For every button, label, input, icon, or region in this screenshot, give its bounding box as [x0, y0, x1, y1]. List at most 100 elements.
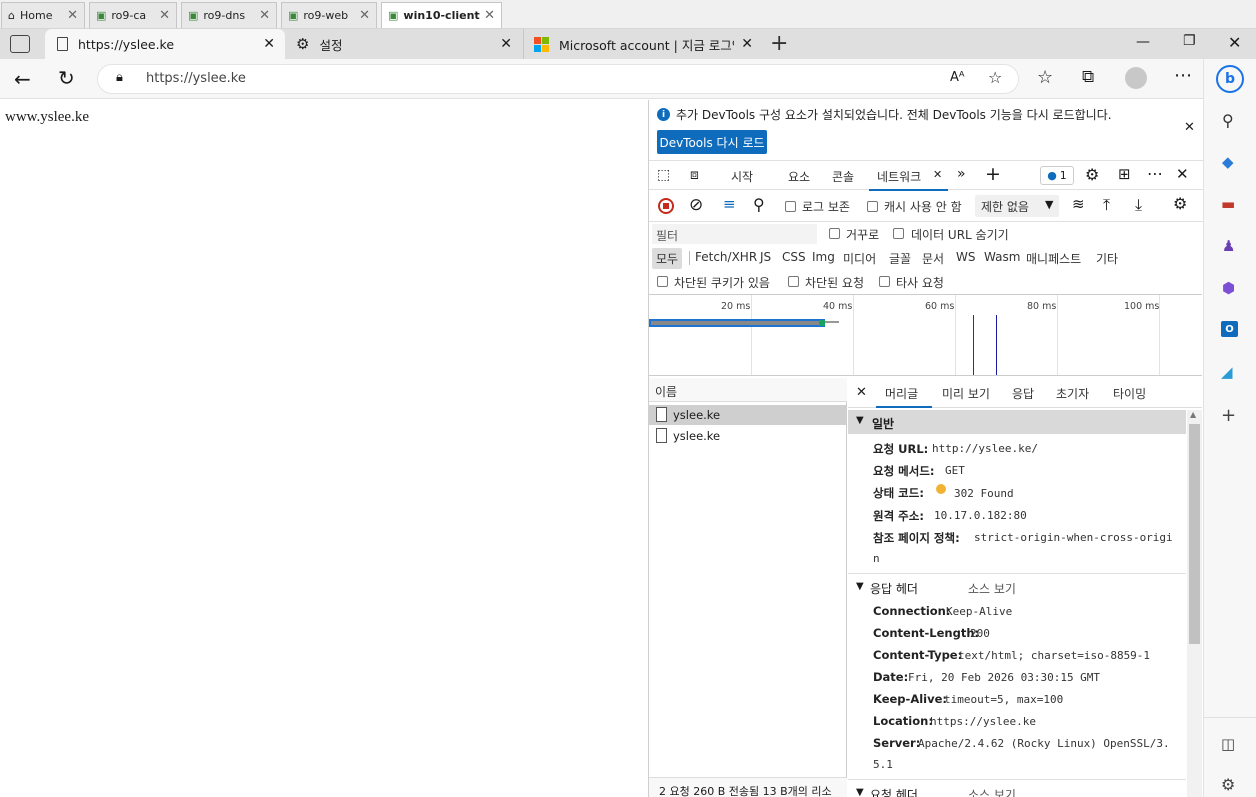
close-devtools-icon[interactable]: ✕ [1176, 165, 1189, 183]
tools-briefcase-icon[interactable]: ▬ [1221, 195, 1235, 213]
general-section-header[interactable]: ▼ 일반 [848, 410, 1186, 434]
request-headers-section-header[interactable]: ▼ 요청 헤더 소스 보기 [848, 782, 1186, 797]
issues-badge[interactable]: ● 1 [1040, 166, 1074, 185]
request-row[interactable]: yslee.ke [649, 405, 847, 425]
response-headers-section-header[interactable]: ▼ 응답 헤더 소스 보기 [848, 576, 1186, 598]
type-filter-css[interactable]: CSS [782, 250, 806, 264]
type-filter-js[interactable]: JS [760, 250, 771, 264]
type-filter-all[interactable]: 모두 [652, 248, 683, 269]
browser-tab-settings[interactable]: ⚙ 설정 ✕ [286, 29, 522, 59]
send-icon[interactable]: ◢ [1221, 363, 1233, 381]
microsoft-365-icon[interactable]: ⬢ [1222, 279, 1235, 297]
network-conditions-icon[interactable]: ≋ [1072, 195, 1085, 213]
restore-icon[interactable]: ❐ [1183, 33, 1196, 49]
import-har-icon[interactable]: ⤒ [1103, 195, 1110, 215]
scroll-up-icon[interactable]: ▲ [1190, 410, 1196, 419]
scrollbar-thumb[interactable] [1189, 424, 1200, 644]
hide-data-urls-checkbox[interactable] [893, 228, 904, 239]
clear-icon[interactable]: ⊘ [689, 195, 703, 215]
shopping-tag-icon[interactable]: ◆ [1222, 153, 1234, 171]
outlook-icon[interactable]: O [1221, 321, 1238, 337]
address-bar[interactable]: 🔒︎ https://yslee.ke Aᴬ ☆ [97, 64, 1019, 94]
favorites-icon[interactable]: ☆ [1037, 67, 1053, 88]
close-icon[interactable]: ✕ [933, 168, 942, 181]
view-source-link[interactable]: 소스 보기 [968, 580, 1016, 597]
timeline-overview[interactable]: 20 ms 40 ms 60 ms 80 ms 100 ms [649, 294, 1202, 376]
close-icon[interactable]: ✕ [67, 8, 78, 23]
back-icon[interactable]: ← [14, 67, 31, 91]
search-icon[interactable]: ⚲ [753, 195, 765, 214]
close-icon[interactable]: ✕ [359, 8, 370, 23]
refresh-icon[interactable]: ↻ [58, 66, 75, 90]
view-source-link[interactable]: 소스 보기 [968, 786, 1016, 797]
close-icon[interactable]: ✕ [856, 385, 867, 400]
more-options-icon[interactable]: ⋯ [1147, 164, 1163, 183]
third-party-checkbox[interactable] [879, 276, 890, 287]
request-row[interactable]: yslee.ke [649, 426, 847, 446]
type-filter-other[interactable]: 기타 [1096, 250, 1118, 267]
close-icon[interactable]: ✕ [263, 36, 275, 52]
export-har-icon[interactable]: ⤓ [1135, 195, 1142, 215]
blocked-requests-checkbox[interactable] [788, 276, 799, 287]
browser-tab-microsoft[interactable]: Microsoft account | 지금 로그인 ✕ [523, 29, 763, 59]
detail-scrollbar[interactable]: ▲ [1187, 410, 1202, 797]
close-icon[interactable]: ✕ [484, 8, 495, 23]
reload-devtools-button[interactable]: DevTools 다시 로드 [657, 130, 767, 154]
dock-icon[interactable]: ⊞ [1118, 165, 1131, 183]
profile-avatar[interactable] [1125, 67, 1147, 89]
preserve-log-checkbox[interactable] [785, 201, 796, 212]
hide-sidebar-icon[interactable]: ◫ [1221, 735, 1235, 753]
detail-tab-headers[interactable]: 머리글 [876, 378, 932, 408]
new-tab-icon[interactable]: + [770, 31, 788, 56]
blocked-cookies-checkbox[interactable] [657, 276, 668, 287]
tab-actions-icon[interactable] [10, 35, 30, 53]
add-favorite-icon[interactable]: ☆ [988, 68, 1002, 87]
sidebar-settings-icon[interactable]: ⚙ [1221, 775, 1235, 794]
device-emulation-icon[interactable]: ⧈ [690, 167, 699, 183]
inspect-element-icon[interactable]: ⬚ [657, 167, 670, 183]
settings-gear-icon[interactable]: ⚙ [1085, 165, 1099, 184]
type-filter-manifest[interactable]: 매니페스트 [1026, 250, 1081, 267]
detail-tab-response[interactable]: 응답 [1012, 385, 1034, 402]
bing-copilot-icon[interactable]: b [1216, 65, 1244, 93]
close-window-icon[interactable]: ✕ [1228, 33, 1241, 52]
record-stop-icon[interactable] [658, 198, 674, 214]
close-icon[interactable]: ✕ [500, 36, 512, 52]
vm-tab-ro9-ca[interactable]: ▣ ro9-ca ✕ [89, 2, 177, 28]
type-filter-fetch[interactable]: Fetch/XHR [695, 250, 757, 264]
close-info-icon[interactable]: ✕ [1184, 120, 1195, 135]
more-options-icon[interactable]: ⋯ [1174, 65, 1192, 86]
vm-tab-home[interactable]: ⌂ Home ✕ [1, 2, 85, 28]
type-filter-ws[interactable]: WS [956, 250, 975, 264]
type-filter-img[interactable]: Img [812, 250, 835, 264]
type-filter-doc[interactable]: 문서 [922, 250, 944, 267]
filter-icon[interactable]: ≡ [723, 195, 736, 213]
minimize-icon[interactable]: — [1136, 34, 1150, 50]
detail-tab-timing[interactable]: 타이밍 [1113, 385, 1146, 402]
type-filter-wasm[interactable]: Wasm [984, 250, 1020, 264]
tab-network[interactable]: 네트워크 ✕ [869, 161, 948, 191]
browser-tab-yslee[interactable]: https://yslee.ke ✕ [45, 29, 285, 59]
filter-input[interactable]: 필터 [652, 224, 817, 244]
add-sidebar-app-icon[interactable]: + [1221, 405, 1236, 426]
add-tab-icon[interactable]: + [985, 163, 1001, 185]
network-settings-icon[interactable]: ⚙ [1173, 194, 1187, 213]
disable-cache-checkbox[interactable] [867, 201, 878, 212]
type-filter-media[interactable]: 미디어 [843, 250, 876, 267]
type-filter-font[interactable]: 글꼴 [889, 250, 911, 267]
more-tabs-icon[interactable]: » [957, 166, 966, 182]
vm-tab-ro9-web[interactable]: ▣ ro9-web ✕ [281, 2, 377, 28]
tab-elements[interactable]: 요소 [788, 168, 810, 185]
tab-console[interactable]: 콘솔 [832, 168, 854, 185]
detail-tab-preview[interactable]: 미리 보기 [942, 385, 990, 402]
games-icon[interactable]: ♟ [1222, 237, 1235, 255]
vm-tab-win10-client[interactable]: ▣ win10-client ✕ [381, 2, 502, 28]
read-aloud-icon[interactable]: Aᴬ [950, 70, 965, 85]
vm-tab-ro9-dns[interactable]: ▣ ro9-dns ✕ [181, 2, 277, 28]
close-icon[interactable]: ✕ [159, 8, 170, 23]
detail-tab-initiator[interactable]: 초기자 [1056, 385, 1089, 402]
tab-welcome[interactable]: 시작 [731, 168, 753, 185]
throttle-select[interactable]: 제한 없음 ▼ [975, 195, 1059, 217]
search-icon[interactable]: ⚲ [1222, 111, 1234, 130]
close-icon[interactable]: ✕ [259, 8, 270, 23]
